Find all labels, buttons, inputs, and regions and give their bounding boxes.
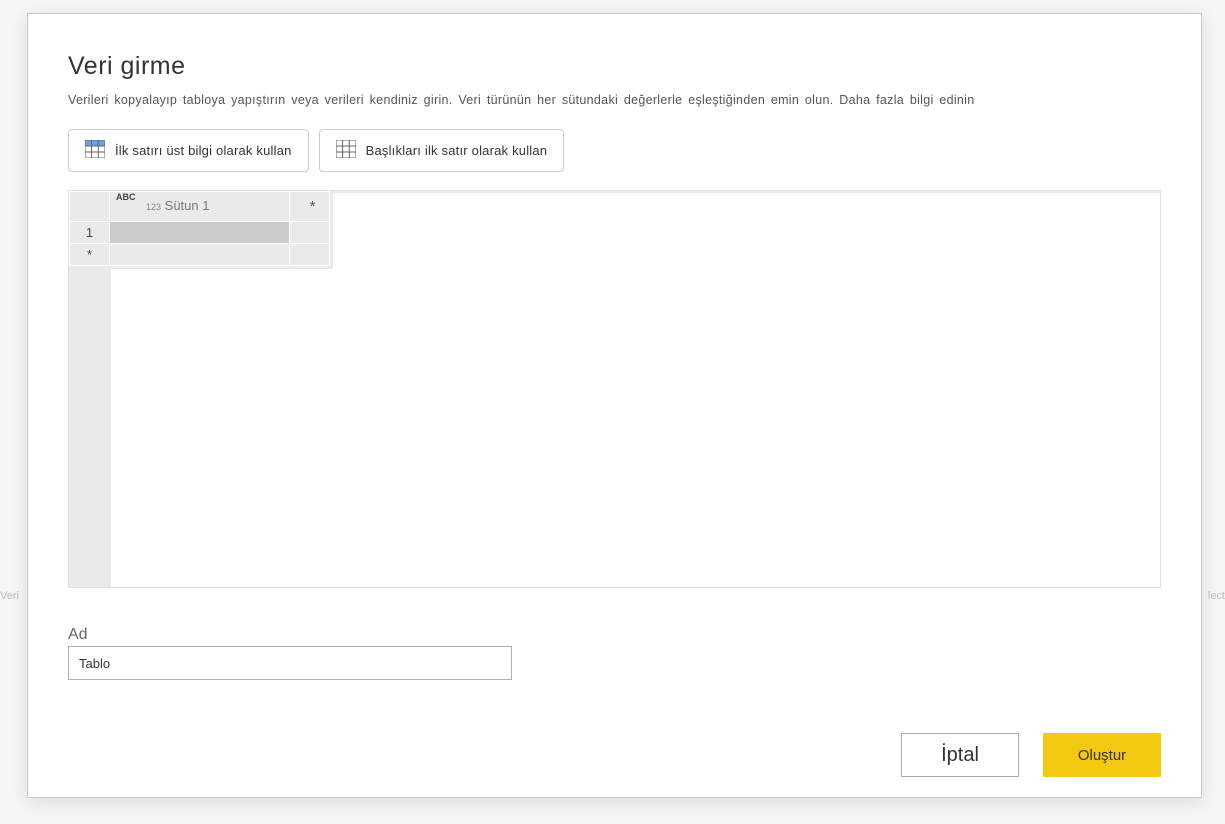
name-section: Ad bbox=[68, 626, 1161, 680]
table-name-input[interactable] bbox=[68, 646, 512, 680]
create-button[interactable]: Oluştur bbox=[1043, 733, 1161, 777]
grid-body-whitespace bbox=[111, 269, 1160, 587]
cell-r1-c1[interactable] bbox=[110, 222, 290, 244]
add-row-header[interactable]: * bbox=[70, 244, 110, 266]
cell-new-row[interactable] bbox=[110, 244, 290, 266]
name-label: Ad bbox=[68, 626, 1161, 644]
cell-new-row-trailing[interactable] bbox=[290, 244, 330, 266]
cancel-button[interactable]: İptal bbox=[901, 733, 1019, 777]
toolbar: İlk satırı üst bilgi olarak kullan Başlı… bbox=[68, 129, 1161, 172]
use-headers-as-first-row-label: Başlıkları ilk satır olarak kullan bbox=[366, 143, 548, 158]
cell-r1-trailing[interactable] bbox=[290, 222, 330, 244]
dialog-description-text: Verileri kopyalayıp tabloya yapıştırın v… bbox=[68, 93, 834, 107]
column-header-1[interactable]: ABC 123 Sütun 1 bbox=[110, 192, 290, 222]
dialog-title: Veri girme bbox=[68, 52, 1161, 81]
background-fragment-right: lect bbox=[1208, 590, 1225, 602]
background-fragment-left: Veri bbox=[0, 590, 19, 602]
grid-right-whitespace bbox=[333, 193, 1160, 269]
dialog-footer: İptal Oluştur bbox=[28, 713, 1201, 797]
use-first-row-as-headers-label: İlk satırı üst bilgi olarak kullan bbox=[115, 143, 292, 158]
add-column-header[interactable]: * bbox=[290, 192, 330, 222]
dialog-description: Verileri kopyalayıp tabloya yapıştırın v… bbox=[68, 93, 1161, 107]
column-type-abc-label: ABC bbox=[116, 193, 136, 202]
grid-corner-cell[interactable] bbox=[70, 192, 110, 222]
data-entry-grid[interactable]: ABC 123 Sütun 1 * 1 * bbox=[68, 190, 1161, 588]
use-first-row-as-headers-button[interactable]: İlk satırı üst bilgi olarak kullan bbox=[68, 129, 309, 172]
row-header-1[interactable]: 1 bbox=[70, 222, 110, 244]
table-grid-icon bbox=[336, 140, 356, 161]
table-header-icon bbox=[85, 140, 105, 161]
use-headers-as-first-row-button[interactable]: Başlıkları ilk satır olarak kullan bbox=[319, 129, 565, 172]
enter-data-dialog: Veri girme Verileri kopyalayıp tabloya y… bbox=[27, 13, 1202, 798]
learn-more-link[interactable]: Daha fazla bilgi edinin bbox=[839, 93, 974, 107]
